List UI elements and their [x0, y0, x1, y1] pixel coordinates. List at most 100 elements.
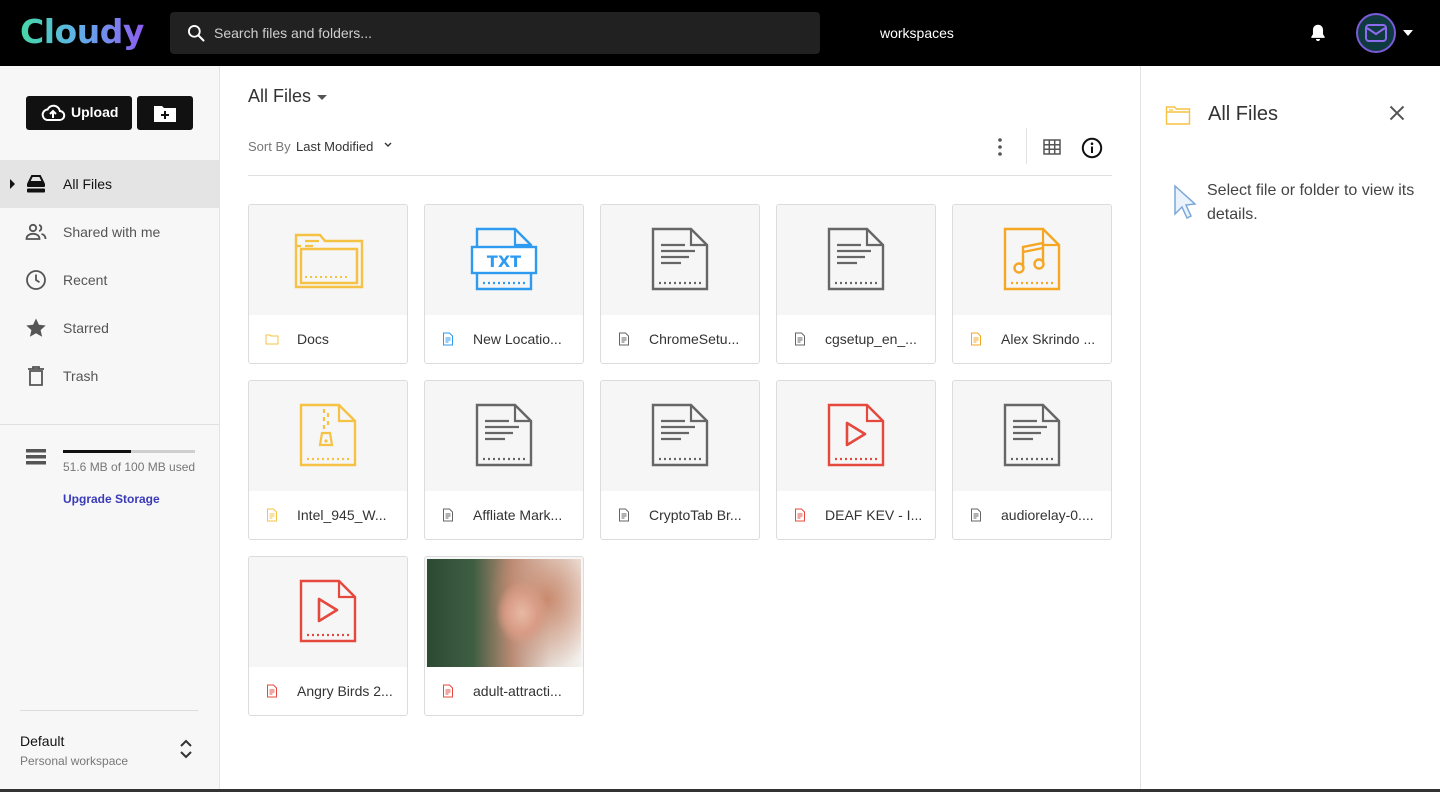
sidebar-item-recent[interactable]: Recent — [0, 256, 219, 304]
file-thumbnail — [777, 205, 935, 315]
close-icon[interactable] — [1389, 105, 1405, 121]
file-card[interactable]: audiorelay-0.... — [952, 380, 1112, 540]
txt-file-icon: TXT — [470, 227, 538, 291]
document-file-icon — [827, 227, 885, 291]
user-avatar[interactable] — [1356, 13, 1396, 53]
document-small-icon — [971, 508, 981, 522]
file-thumbnail — [249, 557, 407, 667]
sidebar-item-trash[interactable]: Trash — [0, 352, 219, 400]
file-name: DEAF KEV - I... — [825, 507, 923, 523]
sidebar-divider — [0, 424, 219, 425]
page-title[interactable]: All Files — [248, 86, 311, 107]
file-name: Affliate Mark... — [473, 507, 563, 523]
sidebar-item-shared[interactable]: Shared with me — [0, 208, 219, 256]
workspaces-link[interactable]: workspaces — [880, 25, 954, 41]
file-name: Angry Birds 2... — [297, 683, 393, 699]
upgrade-storage-link[interactable]: Upgrade Storage — [63, 492, 160, 506]
file-thumbnail — [953, 381, 1111, 491]
cursor-pointer-icon — [1174, 184, 1197, 220]
details-panel: All Files Select file or folder to view … — [1140, 66, 1440, 792]
image-small-icon — [443, 684, 453, 698]
file-card[interactable]: Affliate Mark... — [424, 380, 584, 540]
file-card[interactable]: Intel_945_W... — [248, 380, 408, 540]
video-file-icon — [299, 579, 357, 643]
storage-usage-bar — [63, 450, 195, 453]
sort-chevron-down-icon[interactable] — [384, 142, 392, 148]
search-box[interactable] — [170, 12, 820, 54]
file-card[interactable]: TXT New Locatio... — [424, 204, 584, 364]
file-name: CryptoTab Br... — [649, 507, 742, 523]
video-file-icon — [827, 403, 885, 467]
sidebar-item-label: Starred — [63, 320, 109, 336]
mail-icon — [1365, 24, 1387, 42]
storage-usage-text: 51.6 MB of 100 MB used — [63, 460, 196, 474]
cloud-upload-icon — [41, 104, 66, 121]
file-name: audiorelay-0.... — [1001, 507, 1094, 523]
new-folder-button[interactable] — [137, 96, 193, 130]
workspace-switch-chevrons-icon[interactable] — [179, 738, 193, 760]
file-thumbnail — [249, 205, 407, 315]
sidebar-item-label: All Files — [63, 176, 113, 192]
notification-bell-icon[interactable] — [1307, 22, 1329, 44]
file-card[interactable]: cgsetup_en_... — [776, 204, 936, 364]
grid-view-icon[interactable] — [1043, 139, 1061, 155]
sidebar-item-starred[interactable]: Starred — [0, 304, 219, 352]
file-card[interactable]: Docs — [248, 204, 408, 364]
svg-text:TXT: TXT — [487, 252, 521, 271]
file-thumbnail — [249, 381, 407, 491]
star-icon — [26, 318, 46, 337]
workspace-subtitle: Personal workspace — [20, 754, 129, 768]
document-small-icon — [619, 508, 629, 522]
document-small-icon — [795, 332, 805, 346]
more-options-icon[interactable] — [991, 137, 1009, 157]
sort-by-label: Sort By — [248, 139, 291, 154]
video-small-icon — [267, 684, 277, 698]
search-icon — [188, 25, 205, 42]
file-thumbnail — [601, 381, 759, 491]
document-file-icon — [651, 227, 709, 291]
sort-select[interactable]: Last Modified — [296, 139, 373, 154]
sidebar-item-label: Trash — [63, 368, 99, 384]
workspace-name[interactable]: Default — [20, 733, 64, 749]
upload-button[interactable]: Upload — [26, 96, 132, 130]
audio-file-icon — [1003, 227, 1061, 291]
file-thumbnail — [601, 205, 759, 315]
document-file-icon — [651, 403, 709, 467]
file-name: adult-attracti... — [473, 683, 562, 699]
file-name: cgsetup_en_... — [825, 331, 917, 347]
file-card[interactable]: Angry Birds 2... — [248, 556, 408, 716]
account-menu-caret-icon[interactable] — [1403, 30, 1413, 36]
app-logo[interactable]: Cloudy — [20, 12, 144, 51]
file-card[interactable]: DEAF KEV - I... — [776, 380, 936, 540]
file-card[interactable]: ChromeSetu... — [600, 204, 760, 364]
archive-file-icon — [299, 403, 357, 467]
file-thumbnail — [777, 381, 935, 491]
document-file-icon — [475, 403, 533, 467]
toolbar-divider — [248, 175, 1112, 176]
document-small-icon — [443, 508, 453, 522]
people-icon — [25, 223, 47, 240]
expand-triangle-icon[interactable] — [10, 179, 15, 189]
file-card[interactable]: CryptoTab Br... — [600, 380, 760, 540]
file-card[interactable]: adult-attracti... — [424, 556, 584, 716]
sidebar-item-all-files[interactable]: All Files — [0, 160, 219, 208]
title-dropdown-caret-icon[interactable] — [317, 95, 327, 100]
details-title: All Files — [1208, 103, 1279, 125]
search-input[interactable] — [214, 12, 804, 54]
image-preview — [427, 559, 581, 667]
sidebar-item-label: Recent — [63, 272, 108, 288]
document-small-icon — [619, 332, 629, 346]
folder-icon — [294, 233, 364, 289]
file-card[interactable]: Alex Skrindo ... — [952, 204, 1112, 364]
top-bar: Cloudy workspaces — [0, 0, 1440, 66]
clock-icon — [26, 270, 46, 290]
info-icon[interactable] — [1081, 137, 1103, 159]
txt-small-icon — [443, 332, 453, 346]
file-browser: All Files Sort By Last Modified Docs TXT N… — [220, 66, 1140, 792]
create-folder-icon — [154, 106, 176, 122]
folder-small-icon — [265, 334, 279, 345]
file-thumbnail — [425, 381, 583, 491]
workspace-divider — [20, 710, 198, 711]
trash-icon — [28, 366, 44, 386]
file-name: Docs — [297, 331, 329, 347]
